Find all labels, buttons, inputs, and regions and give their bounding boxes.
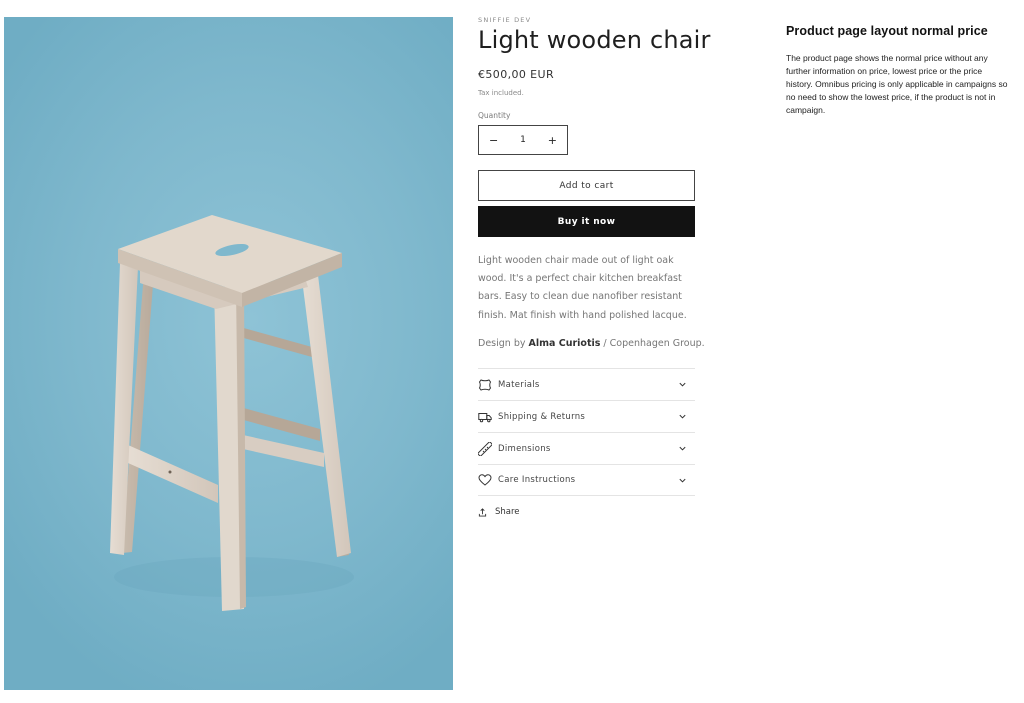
stool-illustration [110, 215, 354, 611]
product-accordion: Materials Shipping & Returns Dimensions … [478, 368, 695, 496]
heart-icon [478, 473, 492, 487]
product-title: Light wooden chair [478, 26, 711, 54]
truck-icon [478, 410, 492, 424]
designer-credit: Design by Alma Curiotis / Copenhagen Gro… [478, 335, 705, 353]
leather-icon [478, 378, 492, 392]
vendor-name: SNIFFIE DEV [478, 16, 532, 24]
designer-suffix: / Copenhagen Group. [600, 338, 705, 349]
chevron-down-icon [679, 478, 686, 483]
ruler-icon [478, 441, 492, 456]
quantity-decrement-button[interactable]: − [489, 135, 498, 146]
share-icon [478, 507, 487, 517]
accordion-label-care: Care Instructions [498, 475, 576, 485]
accordion-item-dimensions[interactable]: Dimensions [478, 432, 695, 464]
chevron-down-icon [679, 414, 686, 419]
product-image [4, 17, 453, 690]
quantity-label: Quantity [478, 111, 511, 120]
designer-prefix: Design by [478, 338, 526, 349]
annotation-body: The product page shows the normal price … [786, 53, 1008, 115]
accordion-item-care[interactable]: Care Instructions [478, 464, 695, 496]
accordion-label-shipping: Shipping & Returns [498, 411, 586, 422]
chevron-down-icon [679, 446, 686, 451]
annotation-title: Product page layout normal price [786, 24, 988, 38]
accordion-item-shipping[interactable]: Shipping & Returns [478, 400, 695, 432]
annotation-panel: Product page layout normal price The pro… [786, 24, 1010, 117]
designer-name: Alma Curiotis [528, 338, 601, 349]
product-description: Light wooden chair made out of light oak… [478, 255, 687, 321]
quantity-input[interactable]: 1 [520, 135, 526, 145]
add-to-cart-button[interactable]: Add to cart [478, 170, 695, 201]
quantity-stepper: − 1 + [478, 125, 568, 155]
accordion-label-dimensions: Dimensions [498, 443, 551, 454]
product-price: €500,00 EUR [478, 68, 555, 81]
accordion-label-materials: Materials [498, 379, 540, 390]
accordion-item-materials[interactable]: Materials [478, 368, 695, 400]
buy-now-button[interactable]: Buy it now [478, 206, 695, 237]
share-button[interactable]: Share [478, 507, 520, 517]
quantity-increment-button[interactable]: + [548, 135, 557, 146]
chevron-down-icon [679, 382, 686, 387]
share-label: Share [495, 507, 520, 517]
tax-note: Tax included. [478, 89, 524, 97]
